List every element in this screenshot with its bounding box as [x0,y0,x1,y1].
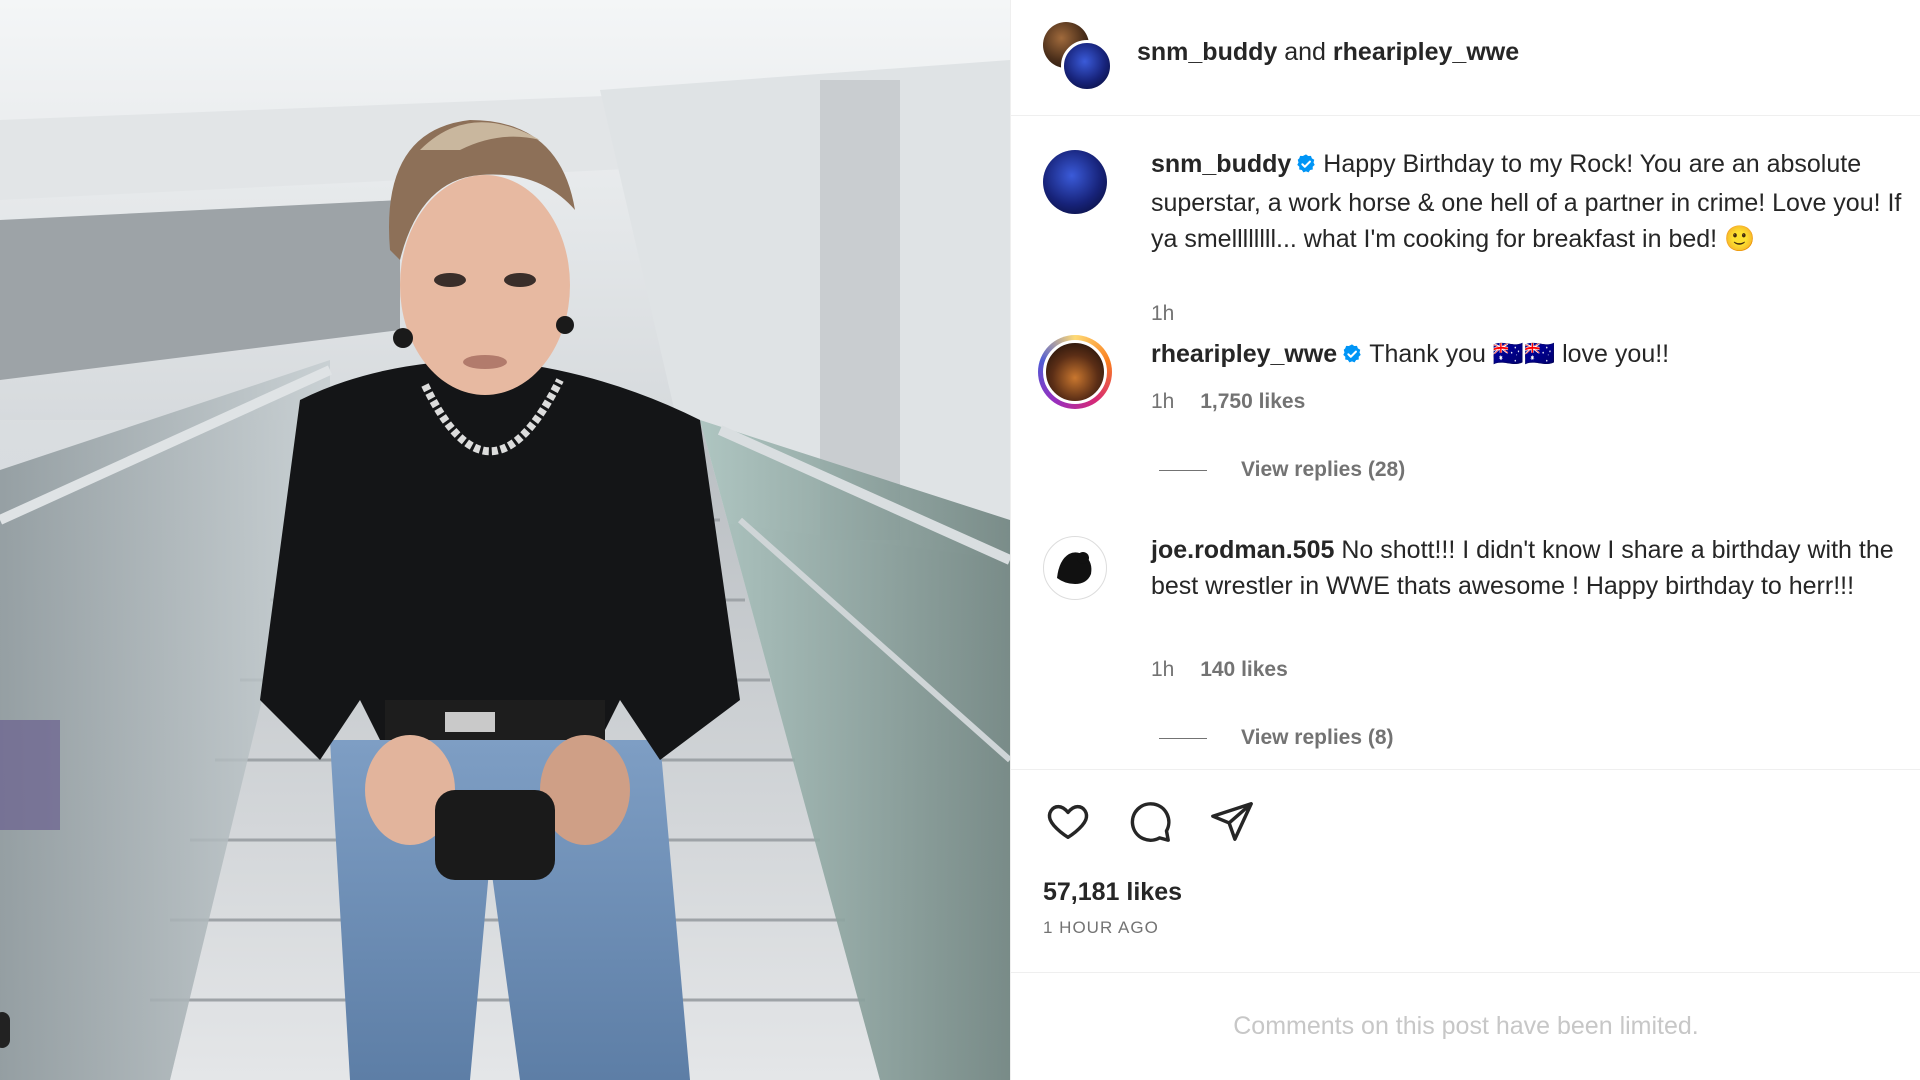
post-photo[interactable] [0,0,1010,1080]
post-header: snm_buddy and rhearipley_wwe [1011,0,1920,116]
comment-time[interactable]: 1h [1151,658,1174,681]
author-link-2[interactable]: rhearipley_wwe [1333,38,1519,66]
avatar[interactable] [1043,536,1107,600]
avatar[interactable] [1043,150,1107,214]
post-actions [1043,796,1257,846]
comment-meta: 1h 140 likes [1151,658,1308,682]
comment-body: Thank you 🇦🇺🇦🇺 love you!! [1369,340,1670,368]
comment-likes[interactable]: 1,750 likes [1200,390,1305,413]
comments-limited-text: Comments on this post have been limited. [1233,1012,1699,1040]
comment-time[interactable]: 1h [1151,390,1174,413]
verified-badge-icon [1341,339,1363,375]
comment-username[interactable]: joe.rodman.505 [1151,536,1334,564]
view-replies-button[interactable]: View replies (28) [1159,458,1405,482]
comment-text: rhearipley_wwe Thank you 🇦🇺🇦🇺 love you!! [1151,336,1920,375]
post-likes-count[interactable]: 57,181 likes [1043,878,1182,907]
instagram-post-view: snm_buddy and rhearipley_wwe snm_buddy Ha… [0,0,1920,1080]
authors-conjunction: and [1284,38,1326,66]
comment-time[interactable]: 1h [1151,302,1174,325]
avatar[interactable] [1043,340,1107,404]
comment-meta: 1h [1151,302,1194,326]
comment-text: snm_buddy Happy Birthday to my Rock! You … [1151,146,1920,257]
avatar-user2[interactable] [1061,40,1113,92]
replies-divider [1159,469,1207,471]
verified-badge-icon [1295,149,1317,185]
flexing-arm-icon [1049,542,1101,594]
replies-divider [1159,737,1207,739]
post-authors: snm_buddy and rhearipley_wwe [1137,38,1519,67]
collab-avatars[interactable] [1043,22,1115,94]
post-detail-panel: snm_buddy and rhearipley_wwe snm_buddy Ha… [1010,0,1920,1080]
comment-bubble-icon[interactable] [1125,796,1175,846]
post-timestamp[interactable]: 1 HOUR AGO [1043,918,1159,938]
carousel-indicator [0,1012,10,1048]
comment-username[interactable]: snm_buddy [1151,150,1291,178]
comment-text: joe.rodman.505 No shott!!! I didn't know… [1151,532,1920,604]
comment-likes[interactable]: 140 likes [1200,658,1288,681]
comment-username[interactable]: rhearipley_wwe [1151,340,1337,368]
avatar-story-ring[interactable] [1038,335,1112,409]
comments-limited-notice: Comments on this post have been limited. [1011,972,1920,1080]
heart-icon[interactable] [1043,796,1093,846]
comments-list: snm_buddy Happy Birthday to my Rock! You … [1011,116,1920,770]
view-replies-label: View replies (8) [1241,726,1394,749]
paper-plane-icon[interactable] [1207,796,1257,846]
author-link-1[interactable]: snm_buddy [1137,38,1277,66]
view-replies-button[interactable]: View replies (8) [1159,726,1394,750]
view-replies-label: View replies (28) [1241,458,1406,481]
comment-meta: 1h 1,750 likes [1151,390,1325,414]
photo-illustration [0,0,1010,1080]
